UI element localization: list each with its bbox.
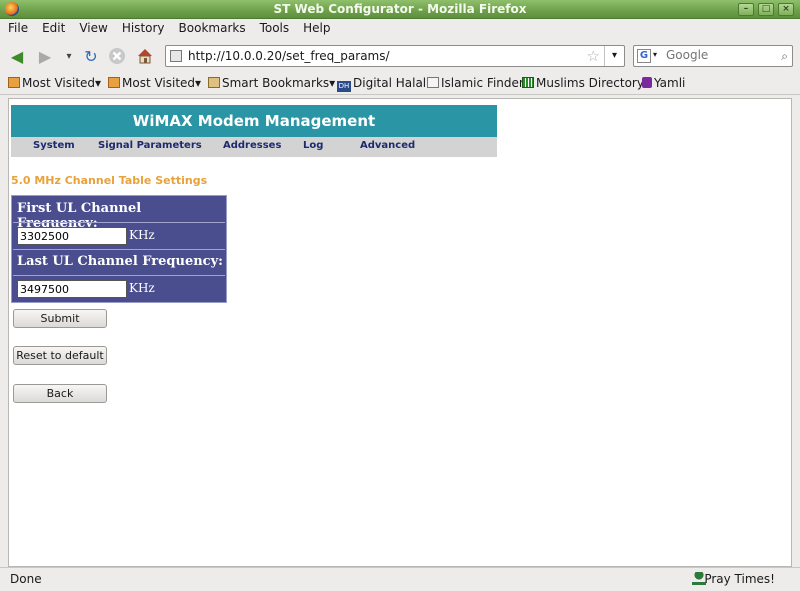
pray-times-addon[interactable]: Pray Times! (704, 572, 775, 586)
bookmark-star-icon[interactable]: ☆ (587, 47, 600, 65)
bookmark-most-visited-2[interactable]: Most Visited▾ (108, 76, 201, 90)
search-bar[interactable]: G ▾ ⌕ (633, 45, 793, 67)
engine-dropdown-icon[interactable]: ▾ (653, 50, 657, 59)
tab-signal-parameters[interactable]: Signal Parameters (98, 140, 202, 151)
tab-addresses[interactable]: Addresses (223, 140, 281, 151)
menu-tools[interactable]: Tools (252, 19, 296, 35)
close-icon[interactable]: × (778, 3, 794, 16)
last-freq-unit: KHz (129, 281, 155, 295)
status-bar: Done Pray Times! (0, 567, 800, 591)
maximize-icon[interactable]: □ (758, 3, 774, 16)
minimize-icon[interactable]: – (738, 3, 754, 16)
back-button[interactable]: Back (13, 384, 107, 403)
history-dropdown-icon[interactable]: ▾ (58, 45, 80, 67)
last-freq-label: Last UL Channel Frequency: (17, 254, 223, 269)
bookmarks-toolbar: Most Visited▾ Most Visited▾ Smart Bookma… (0, 73, 800, 95)
page-favicon-icon (170, 50, 182, 62)
nav-tabs: System Signal Parameters Addresses Log A… (11, 137, 497, 157)
menu-bar: File Edit View History Bookmarks Tools Help (0, 19, 800, 39)
divider (13, 249, 225, 250)
url-text[interactable]: http://10.0.0.20/set_freq_params/ (188, 49, 390, 63)
search-input[interactable] (666, 48, 766, 62)
folder-icon (8, 77, 20, 88)
bookmark-digital-halal[interactable]: DH Digital Halal (337, 76, 426, 92)
menu-file[interactable]: File (0, 19, 34, 35)
url-dropdown-icon[interactable]: ▾ (604, 46, 624, 66)
reset-default-button[interactable]: Reset to default (13, 346, 107, 365)
bookmark-yamli[interactable]: Yamli (642, 76, 685, 90)
reload-icon[interactable]: ↻ (80, 45, 102, 67)
window-title: ST Web Configurator - Mozilla Firefox (273, 2, 527, 16)
page-content: WiMAX Modem Management System Signal Par… (8, 98, 792, 567)
submit-button[interactable]: Submit (13, 309, 107, 328)
divider (13, 275, 225, 276)
menu-edit[interactable]: Edit (34, 19, 71, 35)
divider (13, 222, 225, 223)
search-icon[interactable]: ⌕ (781, 49, 788, 64)
tab-log[interactable]: Log (303, 140, 323, 151)
bookmark-muslims-directory[interactable]: Muslims Directory (522, 76, 644, 90)
address-bar[interactable]: http://10.0.0.20/set_freq_params/ ☆ ▾ (165, 45, 625, 67)
google-engine-icon[interactable]: G (637, 49, 651, 63)
bookmark-smart-bookmarks[interactable]: Smart Bookmarks▾ (208, 76, 335, 90)
bookmark-most-visited-1[interactable]: Most Visited▾ (8, 76, 101, 90)
frequency-table: First UL Channel Frequency: KHz Last UL … (11, 195, 227, 303)
page-icon (427, 77, 439, 88)
menu-bookmarks[interactable]: Bookmarks (171, 19, 252, 35)
page-banner: WiMAX Modem Management (11, 105, 497, 137)
menu-history[interactable]: History (114, 19, 171, 35)
window-titlebar: ST Web Configurator - Mozilla Firefox – … (0, 0, 800, 19)
back-arrow-icon[interactable]: ◀ (6, 45, 28, 67)
tab-advanced[interactable]: Advanced (360, 140, 415, 151)
first-freq-input[interactable] (17, 227, 127, 245)
stop-icon[interactable] (106, 45, 128, 67)
bookmark-islamic-finder[interactable]: Islamic Finder (427, 76, 524, 90)
forward-arrow-icon[interactable]: ▶ (34, 45, 56, 67)
navigation-toolbar: ◀ ▶ ▾ ↻ http://10.0.0.20/set_freq_params… (0, 40, 800, 72)
home-icon[interactable] (134, 45, 156, 67)
menu-help[interactable]: Help (295, 19, 336, 35)
section-title: 5.0 MHz Channel Table Settings (11, 174, 208, 187)
first-freq-unit: KHz (129, 228, 155, 242)
tab-system[interactable]: System (33, 140, 75, 151)
menu-view[interactable]: View (71, 19, 113, 35)
last-freq-input[interactable] (17, 280, 127, 298)
digital-halal-icon: DH (337, 81, 351, 92)
folder-icon (108, 77, 120, 88)
yamli-icon (642, 77, 652, 88)
status-text: Done (10, 572, 42, 586)
folder-icon (208, 77, 220, 88)
directory-icon (522, 77, 534, 88)
